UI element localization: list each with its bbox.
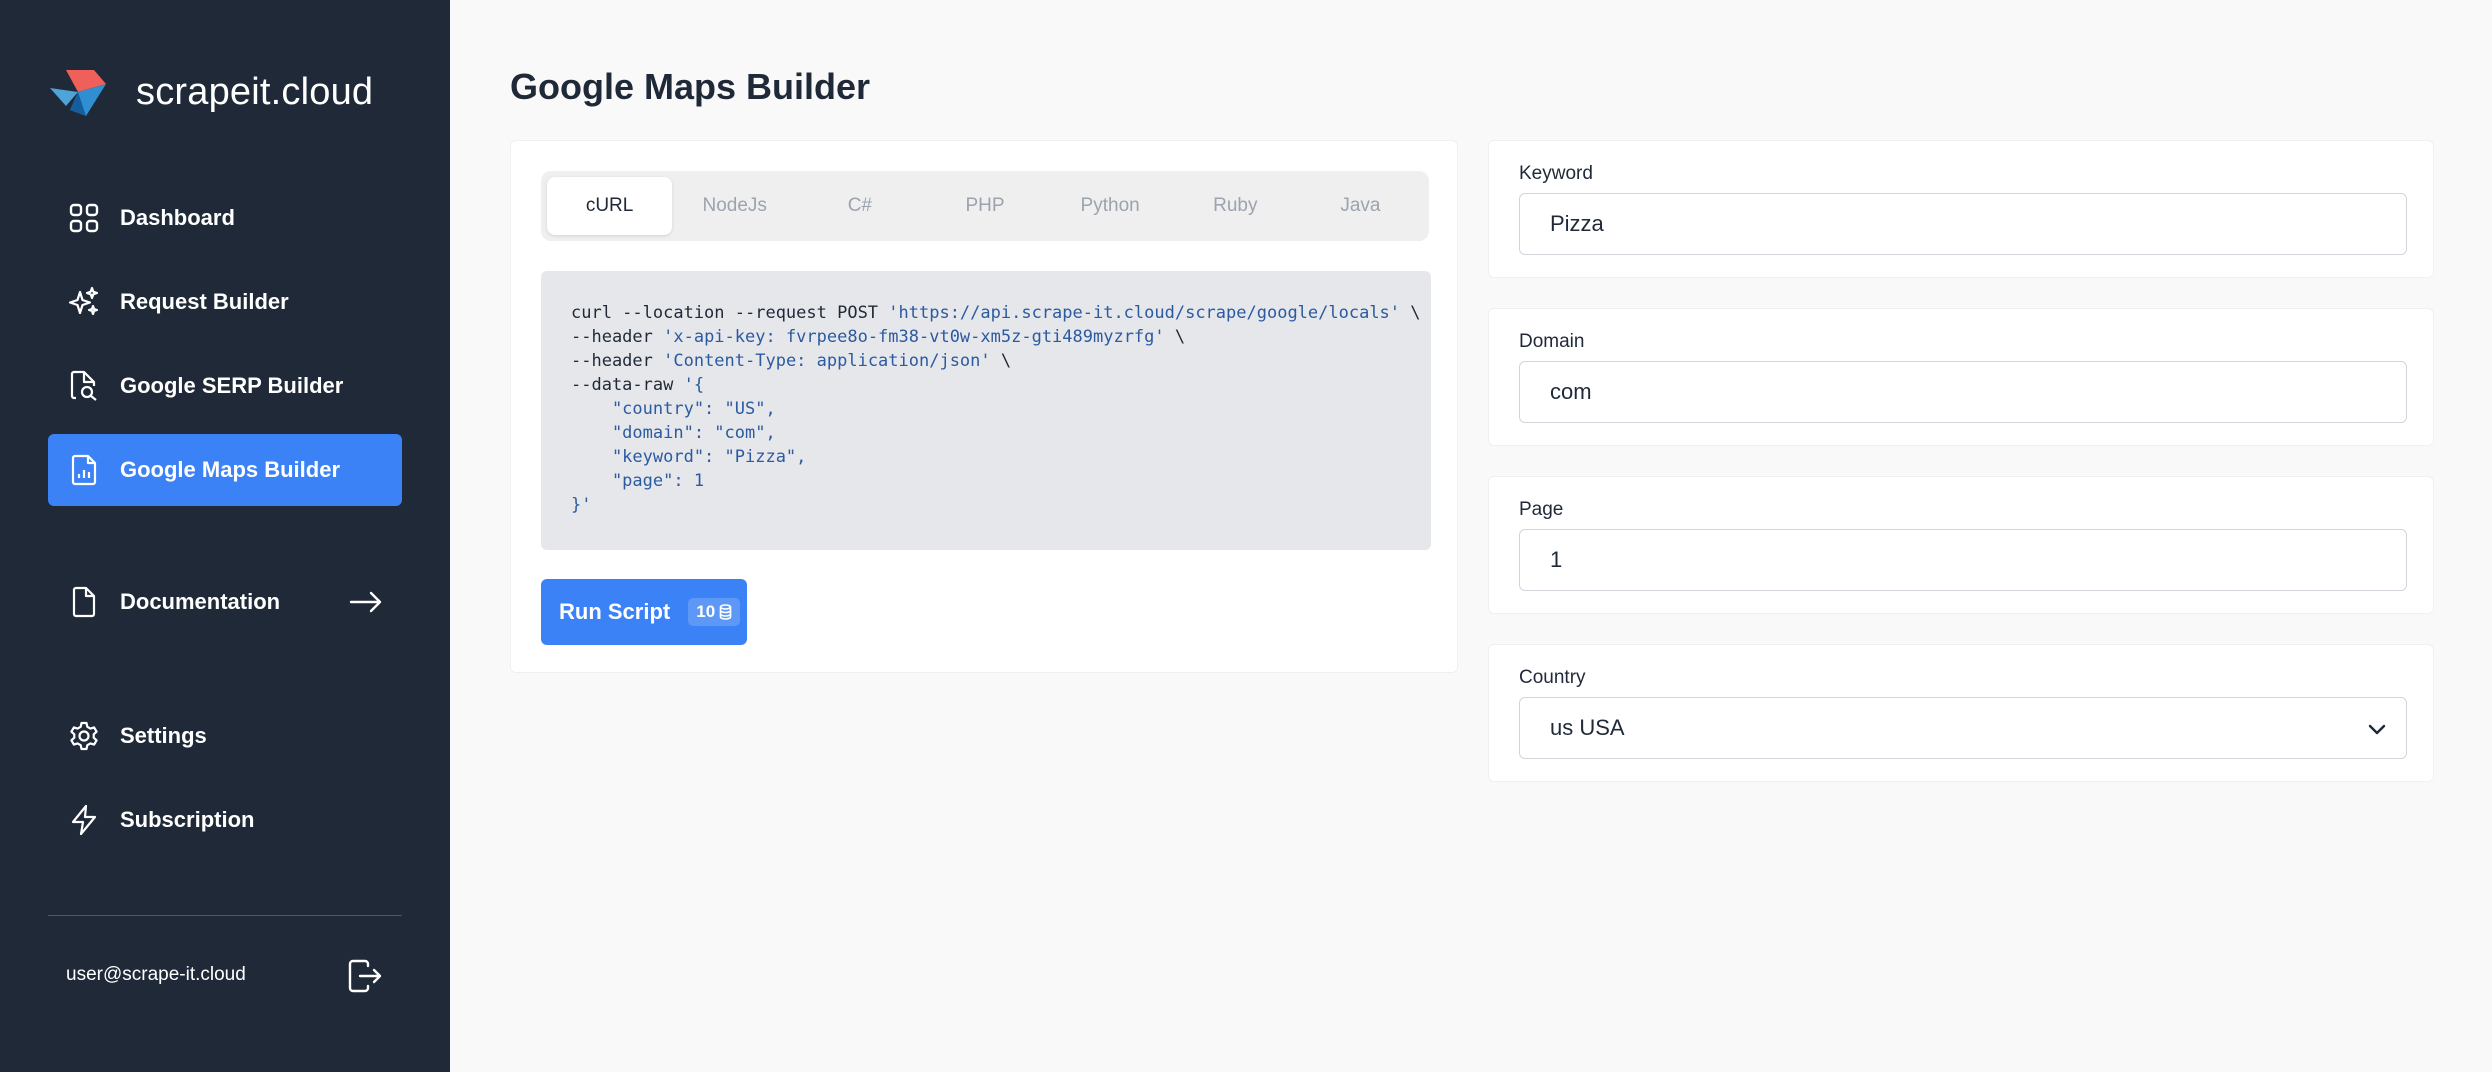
keyword-input[interactable]: Pizza <box>1519 193 2407 255</box>
country-label: Country <box>1519 667 1586 688</box>
document-icon <box>66 584 102 620</box>
code-text: --header <box>571 351 664 371</box>
code-string: 'https://api.scrape-it.cloud/scrape/goog… <box>888 303 1401 323</box>
sidebar-item-documentation[interactable]: Documentation <box>48 566 402 638</box>
sidebar-item-label: Settings <box>120 723 207 748</box>
sparkles-icon <box>66 284 102 320</box>
country-select-value: us USA <box>1550 715 1625 740</box>
code-text: curl --location --request POST <box>571 303 889 323</box>
code-text: --header <box>571 327 664 347</box>
sidebar-item-settings[interactable]: Settings <box>48 700 402 772</box>
code-string: "country": "US", <box>571 399 776 419</box>
arrow-right-icon <box>349 591 382 613</box>
code-snippet[interactable]: curl --location --request POST 'https://… <box>541 271 1431 550</box>
sidebar-item-subscription[interactable]: Subscription <box>48 784 402 856</box>
keyword-label: Keyword <box>1519 163 1593 184</box>
sidebar-item-label: Dashboard <box>120 205 235 230</box>
tab-php[interactable]: PHP <box>922 177 1047 235</box>
code-text: \ <box>1400 303 1421 323</box>
chevron-down-icon <box>2368 724 2386 735</box>
country-select[interactable]: us USA <box>1519 697 2407 759</box>
sidebar-item-google-maps-builder[interactable]: Google Maps Builder <box>48 434 402 506</box>
run-script-button[interactable]: Run Script 10 <box>541 579 747 645</box>
user-email: user@scrape-it.cloud <box>66 964 246 985</box>
logo-icon <box>50 70 106 116</box>
code-text: \ <box>990 351 1012 371</box>
sidebar-item-label: Documentation <box>120 589 281 614</box>
grid-icon <box>66 200 102 236</box>
domain-label: Domain <box>1519 331 1585 352</box>
code-string: 'x-api-key: fvrpee8o-fm38-vt0w-xm5z-gti4… <box>663 327 1165 347</box>
credits-badge: 10 <box>688 598 741 626</box>
tab-nodejs[interactable]: NodeJs <box>672 177 797 235</box>
code-text: \ <box>1164 327 1186 347</box>
sidebar-item-request-builder[interactable]: Request Builder <box>48 266 402 338</box>
code-string: "page": 1 <box>571 471 705 491</box>
sidebar-item-label: Google Maps Builder <box>120 457 341 482</box>
coins-icon <box>719 604 732 620</box>
sidebar-item-label: Google SERP Builder <box>120 373 344 398</box>
tab-java[interactable]: Java <box>1298 177 1423 235</box>
country-card: Country us USA <box>1488 644 2434 782</box>
code-string: "domain": "com", <box>571 423 776 443</box>
code-card: cURL NodeJs C# PHP Python Ruby Java curl… <box>510 140 1458 673</box>
language-tabs: cURL NodeJs C# PHP Python Ruby Java <box>541 171 1429 241</box>
document-chart-icon <box>66 452 102 488</box>
sidebar: scrapeit.cloud Dashboard Request Builder <box>0 0 450 1072</box>
page-card: Page 1 <box>1488 476 2434 614</box>
code-string: }' <box>571 495 592 515</box>
tab-ruby[interactable]: Ruby <box>1173 177 1298 235</box>
tab-curl[interactable]: cURL <box>547 177 673 235</box>
code-string: '{ <box>683 375 705 395</box>
document-search-icon <box>66 368 102 404</box>
sidebar-item-label: Subscription <box>120 807 255 832</box>
gear-icon <box>66 718 102 754</box>
page-label: Page <box>1519 499 1564 520</box>
tab-python[interactable]: Python <box>1048 177 1173 235</box>
sidebar-divider <box>48 915 402 916</box>
code-text: --data-raw <box>571 375 684 395</box>
lightning-icon <box>66 802 102 838</box>
brand-logo[interactable]: scrapeit.cloud <box>48 66 373 118</box>
run-script-label: Run Script <box>559 599 671 624</box>
credits-count: 10 <box>696 602 716 621</box>
sidebar-item-label: Request Builder <box>120 289 289 314</box>
code-string: 'Content-Type: application/json' <box>663 351 991 371</box>
brand-name: scrapeit.cloud <box>136 70 374 113</box>
domain-card: Domain com <box>1488 308 2434 446</box>
domain-input[interactable]: com <box>1519 361 2407 423</box>
keyword-card: Keyword Pizza <box>1488 140 2434 278</box>
sidebar-item-google-serp-builder[interactable]: Google SERP Builder <box>48 350 402 422</box>
logout-icon[interactable] <box>346 958 384 994</box>
sidebar-item-dashboard[interactable]: Dashboard <box>48 182 402 254</box>
tab-csharp[interactable]: C# <box>797 177 922 235</box>
page-title: Google Maps Builder <box>510 66 871 107</box>
page-input[interactable]: 1 <box>1519 529 2407 591</box>
code-string: "keyword": "Pizza", <box>571 447 807 467</box>
